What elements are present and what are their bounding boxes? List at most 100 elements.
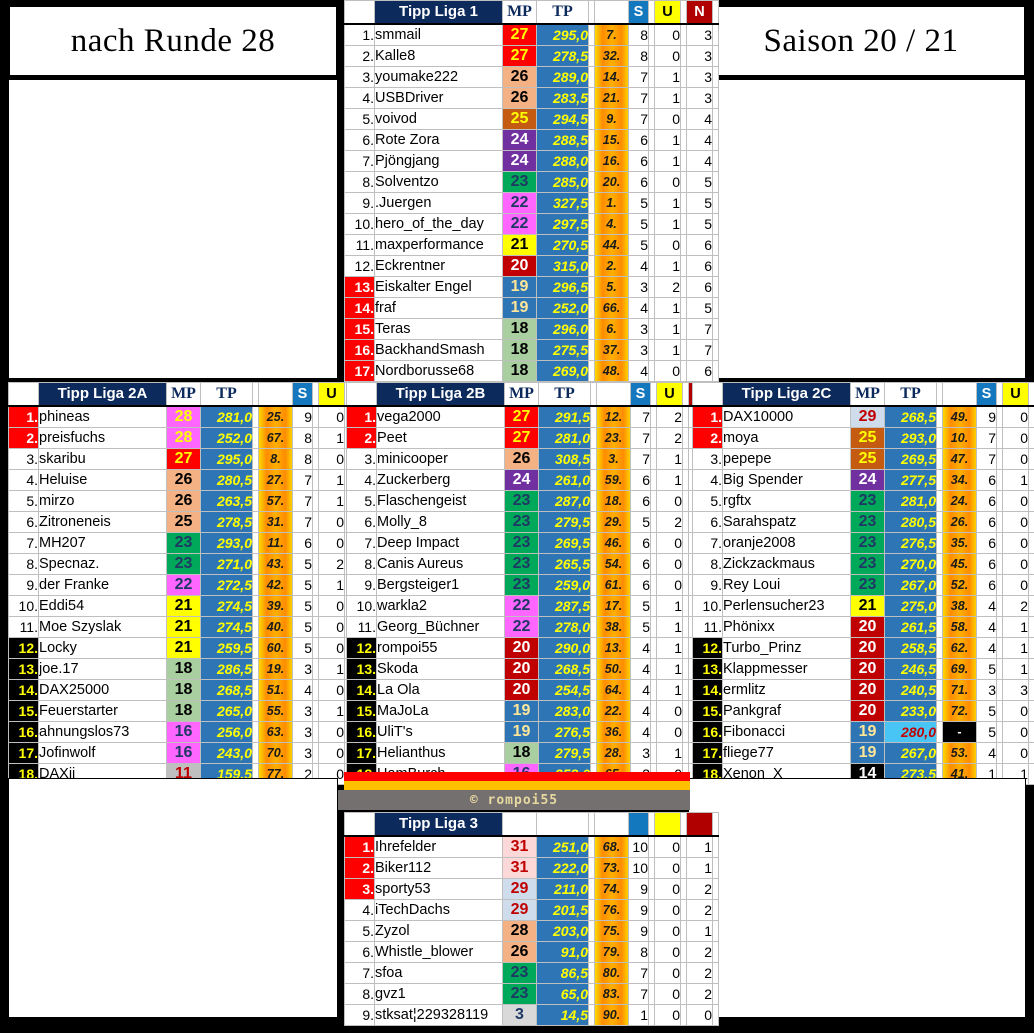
table-row[interactable]: 15.MaJoLa19283,022.407 bbox=[346, 700, 721, 722]
table-row[interactable]: 14.DAX2500018268,551.406 bbox=[8, 679, 383, 701]
table-row[interactable]: 12. Eckrentner 20 315,0 2. 4 1 6 bbox=[344, 255, 719, 277]
table-row[interactable]: 9. stksat¦229328119 3 14,5 90. 1 0 0 bbox=[344, 1004, 719, 1026]
table-row[interactable]: 8.Canis Aureus23265,554.605 bbox=[346, 553, 721, 575]
table-row[interactable]: 6.Sarahspatz23280,526.605 bbox=[692, 511, 1034, 533]
table-row[interactable]: 12.Locky21259,560.506 bbox=[8, 637, 383, 659]
table-row[interactable]: 4. USBDriver 26 283,5 21. 7 1 3 bbox=[344, 87, 719, 109]
row-draws: 0 bbox=[1002, 532, 1029, 554]
table-row[interactable]: 15. Teras 18 296,0 6. 3 1 7 bbox=[344, 318, 719, 340]
row-match-points: 31 bbox=[502, 857, 537, 879]
table-row[interactable]: 3. youmake222 26 289,0 14. 7 1 3 bbox=[344, 66, 719, 88]
table-row[interactable]: 1. smmail 27 295,0 7. 8 0 3 bbox=[344, 23, 719, 46]
table-row[interactable]: 4. iTechDachs 29 201,5 76. 9 0 2 bbox=[344, 899, 719, 921]
table-row[interactable]: 5.mirzo26263,557.713 bbox=[8, 490, 383, 512]
header-tp bbox=[536, 812, 589, 837]
table-row[interactable]: 1.phineas28281,025.901 bbox=[8, 405, 383, 428]
table-row[interactable]: 5. voivod 25 294,5 9. 7 0 4 bbox=[344, 108, 719, 130]
table-row[interactable]: 16.UliT's19276,536.407 bbox=[346, 721, 721, 743]
table-row[interactable]: 2. Kalle8 27 278,5 32. 8 0 3 bbox=[344, 45, 719, 67]
table-row[interactable]: 5. Zyzol 28 203,0 75. 9 0 1 bbox=[344, 920, 719, 942]
table-row[interactable]: 1.DAX1000029268,549.902 bbox=[692, 405, 1034, 428]
table-row[interactable]: 2.moya25293,010.704 bbox=[692, 427, 1034, 449]
table-row[interactable]: 16.ahnungslos7316256,063.307 bbox=[8, 721, 383, 743]
table-row[interactable]: 3.pepepe25269,547.704 bbox=[692, 448, 1034, 470]
row-draws: 0 bbox=[318, 595, 345, 617]
row-draws: 0 bbox=[654, 234, 681, 256]
table-row[interactable]: 11.Moe Szyslak21274,540.506 bbox=[8, 616, 383, 638]
table-row[interactable]: 13.Klappmesser20246,569.513 bbox=[692, 658, 1034, 680]
row-rank: 5. bbox=[344, 108, 375, 130]
table-row[interactable]: 4.Zuckerberg24261,059.614 bbox=[346, 469, 721, 491]
table-row[interactable]: 11.Georg_Büchner22278,038.515 bbox=[346, 616, 721, 638]
table-row[interactable]: 1. Ihrefelder 31 251,0 68. 10 0 1 bbox=[344, 835, 719, 858]
table-row[interactable]: 8.Specnaz.23271,043.524 bbox=[8, 553, 383, 575]
table-row[interactable]: 6.Molly_823279,529.524 bbox=[346, 511, 721, 533]
table-row[interactable]: 8. Solventzo 23 285,0 20. 6 0 5 bbox=[344, 171, 719, 193]
table-row[interactable]: 8.Zickzackmaus23270,045.605 bbox=[692, 553, 1034, 575]
table-row[interactable]: 15.Feuerstarter18265,055.317 bbox=[8, 700, 383, 722]
row-losses: 5 bbox=[686, 297, 713, 319]
table-row[interactable]: 14.La Ola20254,564.416 bbox=[346, 679, 721, 701]
row-rank: 7. bbox=[692, 532, 723, 554]
table-row[interactable]: 17.Jofinwolf16243,070.307 bbox=[8, 742, 383, 764]
table-row[interactable]: 2.Peet27281,023.722 bbox=[346, 427, 721, 449]
row-wins: 3 bbox=[628, 276, 649, 298]
row-losses: 5 bbox=[686, 192, 713, 214]
table-row[interactable]: 11. maxperformance 21 270,5 44. 5 0 6 bbox=[344, 234, 719, 256]
table-row[interactable]: 11.Phönixx20261,558.416 bbox=[692, 616, 1034, 638]
table-row[interactable]: 9. .Juergen 22 327,5 1. 5 1 5 bbox=[344, 192, 719, 214]
row-draws: 1 bbox=[656, 637, 683, 659]
table-row[interactable]: 15.Pankgraf20233,072.505 bbox=[692, 700, 1034, 722]
table-row[interactable]: 5.Flaschengeist23287,018.605 bbox=[346, 490, 721, 512]
table-row[interactable]: 10.warkla222287,517.515 bbox=[346, 595, 721, 617]
table-row[interactable]: 9.Bergsteiger123259,061.605 bbox=[346, 574, 721, 596]
table-row[interactable]: 2.preisfuchs28252,067.812 bbox=[8, 427, 383, 449]
table-row[interactable]: 16. BackhandSmash 18 275,5 37. 3 1 7 bbox=[344, 339, 719, 361]
table-row[interactable]: 13.Skoda20268,550.416 bbox=[346, 658, 721, 680]
row-rank: 13. bbox=[346, 658, 377, 680]
table-row[interactable]: 5.rgftx23281,024.605 bbox=[692, 490, 1034, 512]
table-row[interactable]: 14. fraf 19 252,0 66. 4 1 5 bbox=[344, 297, 719, 319]
table-row[interactable]: 4.Big Spender24277,534.614 bbox=[692, 469, 1034, 491]
row-rank: 10. bbox=[8, 595, 39, 617]
table-row[interactable]: 12.rompoi5520290,013.416 bbox=[346, 637, 721, 659]
table-row[interactable]: 7. sfoa 23 86,5 80. 7 0 2 bbox=[344, 962, 719, 984]
table-row[interactable]: 14.ermlitz20240,571.335 bbox=[692, 679, 1034, 701]
table-row[interactable]: 13.joe.1718286,519.317 bbox=[8, 658, 383, 680]
table-row[interactable]: 17.Helianthus18279,528.317 bbox=[346, 742, 721, 764]
table-row[interactable]: 16.Fibonacci19280,0-504 bbox=[692, 721, 1034, 743]
row-rank: 8. bbox=[344, 983, 375, 1005]
table-row[interactable]: 4.Heluise26280,527.713 bbox=[8, 469, 383, 491]
table-row[interactable]: 7.Deep Impact23269,546.605 bbox=[346, 532, 721, 554]
table-row[interactable]: 13. Eiskalter Engel 19 296,5 5. 3 2 6 bbox=[344, 276, 719, 298]
row-match-points: 21 bbox=[850, 595, 885, 617]
table-row[interactable]: 12.Turbo_Prinz20258,562.416 bbox=[692, 637, 1034, 659]
table-row[interactable]: 10. hero_of_the_day 22 297,5 4. 5 1 5 bbox=[344, 213, 719, 235]
row-draws: 0 bbox=[318, 637, 345, 659]
table-row[interactable]: 9.der Franke22272,542.515 bbox=[8, 574, 383, 596]
row-wins: 8 bbox=[292, 427, 313, 449]
table-row[interactable]: 6.Zitroneneis25278,531.704 bbox=[8, 511, 383, 533]
row-overall-position: 64. bbox=[596, 679, 631, 701]
table-row[interactable]: 3.skaribu27295,08.803 bbox=[8, 448, 383, 470]
table-row[interactable]: 1.vega200027291,512.722 bbox=[346, 405, 721, 428]
table-row[interactable]: 10.Eddi5421274,539.506 bbox=[8, 595, 383, 617]
row-player-name: phineas bbox=[38, 405, 167, 428]
table-row[interactable]: 8. gvz1 23 65,0 83. 7 0 2 bbox=[344, 983, 719, 1005]
table-row[interactable]: 17. Nordborusse68 18 269,0 48. 4 0 6 bbox=[344, 360, 719, 382]
table-row[interactable]: 6. Rote Zora 24 288,5 15. 6 1 4 bbox=[344, 129, 719, 151]
table-row[interactable]: 2. Biker112 31 222,0 73. 10 0 1 bbox=[344, 857, 719, 879]
table-row[interactable]: 6. Whistle_blower 26 91,0 79. 8 0 2 bbox=[344, 941, 719, 963]
table-row[interactable]: 7. Pjöngjang 24 288,0 16. 6 1 4 bbox=[344, 150, 719, 172]
table-row[interactable]: 3. sporty53 29 211,0 74. 9 0 2 bbox=[344, 878, 719, 900]
table-row[interactable]: 17.fliege7719267,053.407 bbox=[692, 742, 1034, 764]
row-draws: 0 bbox=[654, 941, 681, 963]
table-row[interactable]: 7.oranje200823276,535.605 bbox=[692, 532, 1034, 554]
table-row[interactable]: 10.Perlensucher2321275,038.425 bbox=[692, 595, 1034, 617]
row-match-points: 29 bbox=[502, 899, 537, 921]
table-row[interactable]: 3.minicooper26308,53.713 bbox=[346, 448, 721, 470]
table-row[interactable]: 7.MH20723293,011.605 bbox=[8, 532, 383, 554]
row-player-name: oranje2008 bbox=[722, 532, 851, 554]
row-match-points: 19 bbox=[504, 721, 539, 743]
table-row[interactable]: 9.Rey Loui23267,052.605 bbox=[692, 574, 1034, 596]
